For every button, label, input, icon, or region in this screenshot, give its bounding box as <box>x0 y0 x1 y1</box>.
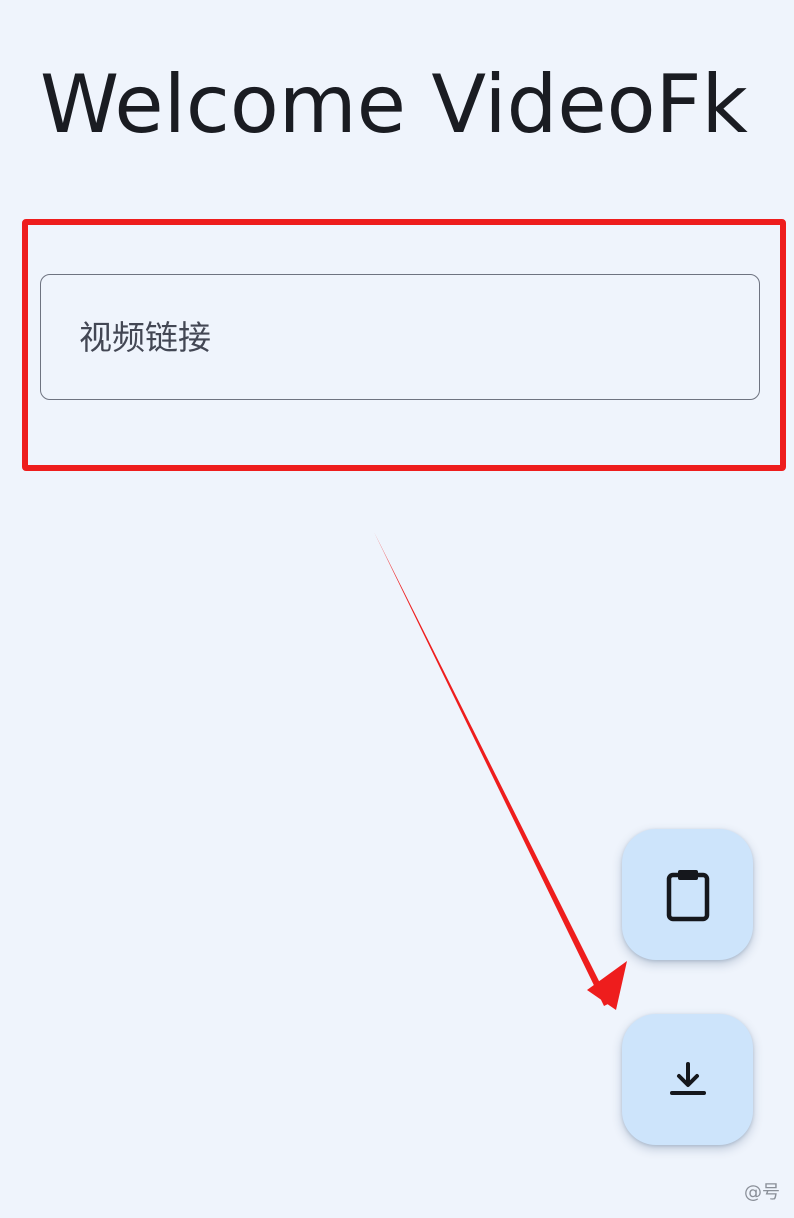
clipboard-icon <box>666 869 709 921</box>
watermark: @号 <box>744 1182 780 1203</box>
download-button[interactable] <box>622 1014 753 1145</box>
paste-button[interactable] <box>622 829 753 960</box>
download-icon <box>669 1061 706 1095</box>
